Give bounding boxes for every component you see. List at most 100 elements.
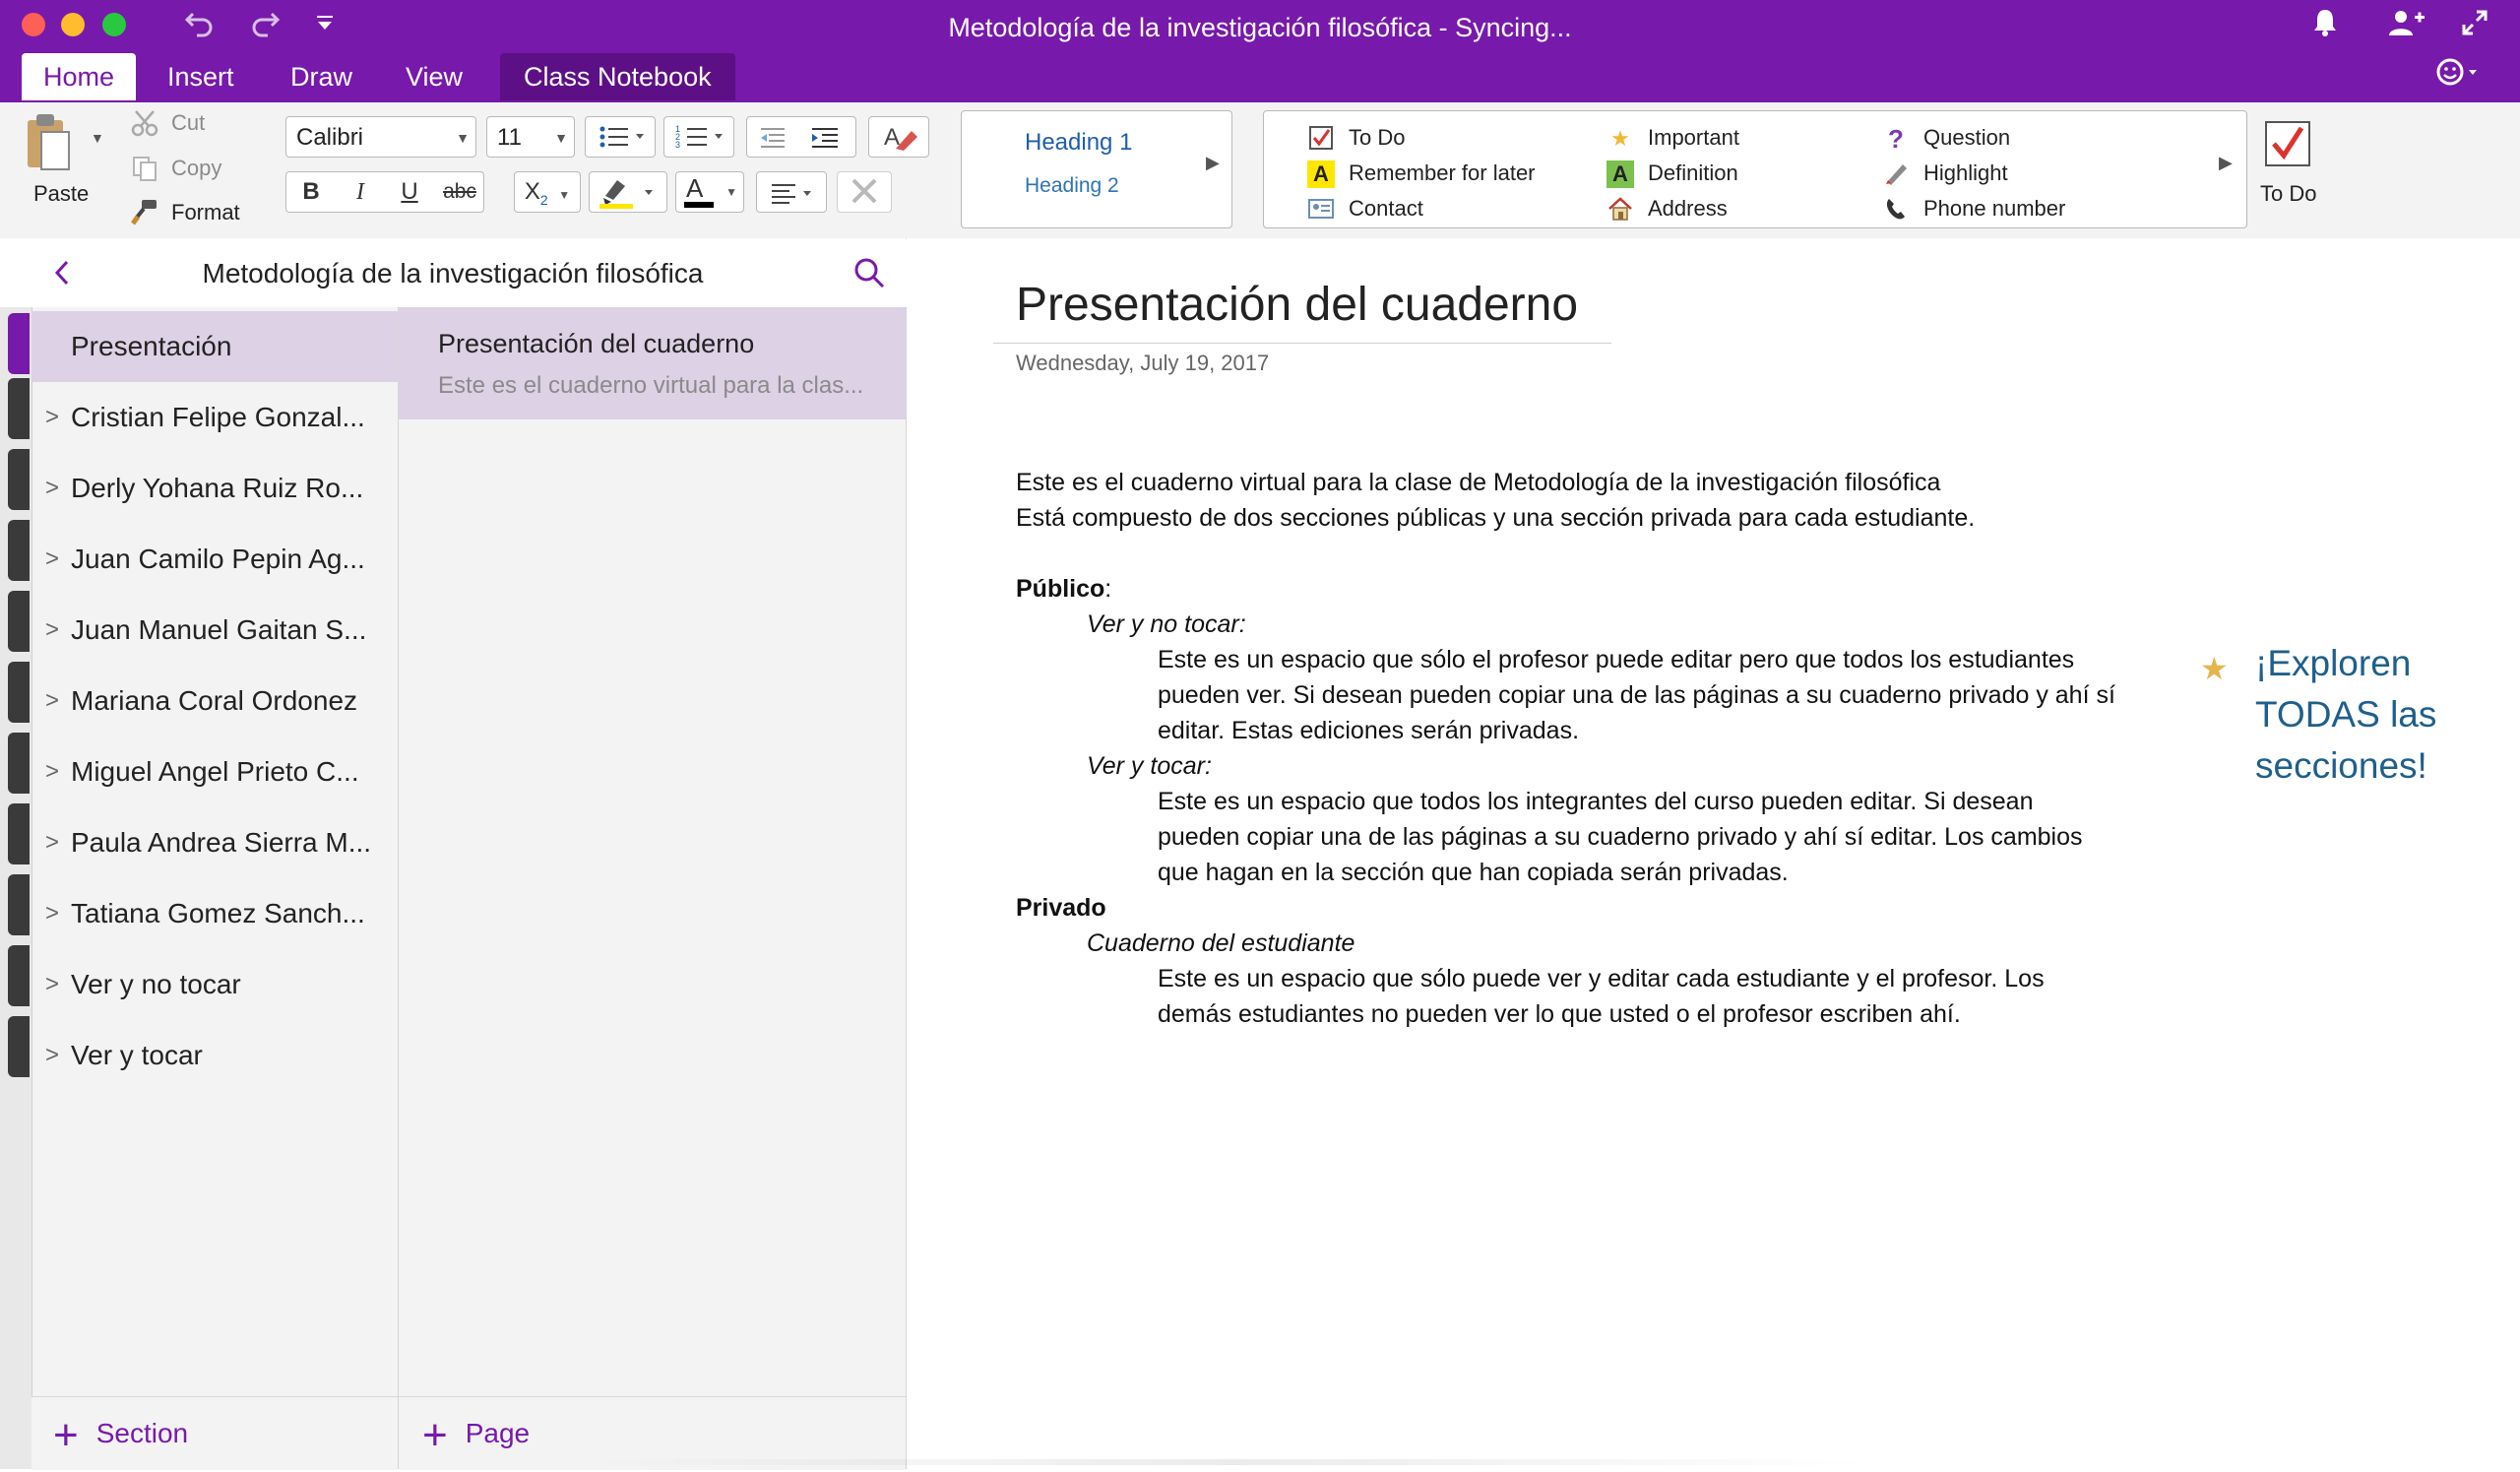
section-item[interactable]: > Mariana Coral Ordonez — [32, 666, 398, 736]
chevron-right-icon[interactable]: > — [45, 453, 59, 524]
undo-icon[interactable] — [183, 6, 217, 50]
highlight-color-button[interactable] — [589, 171, 667, 213]
format-painter-button[interactable]: Format — [171, 200, 240, 225]
styles-more-arrow-icon[interactable]: ▶ — [1206, 153, 1220, 173]
chevron-right-icon[interactable]: > — [45, 382, 59, 453]
font-color-button[interactable]: A ▼ — [675, 171, 744, 213]
font-size-dropdown[interactable]: 11 ▼ — [486, 116, 575, 158]
cuaderno-estudiante-heading[interactable]: Cuaderno del estudiante — [1087, 926, 1354, 961]
bold-button[interactable]: B — [286, 172, 336, 212]
italic-button[interactable]: I — [336, 172, 385, 212]
section-item[interactable]: > Paula Andrea Sierra M... — [32, 807, 398, 878]
subscript-button[interactable]: X2 ▼ — [514, 171, 581, 213]
ver-tocar-heading[interactable]: Ver y tocar: — [1087, 748, 1212, 784]
font-name-dropdown[interactable]: Calibri ▼ — [285, 116, 476, 158]
tag-highlight[interactable]: Highlight — [1882, 157, 2008, 190]
paste-options-caret[interactable]: ▼ — [91, 130, 104, 146]
callout-line: TODAS las — [2255, 694, 2437, 735]
privado-heading[interactable]: Privado — [1016, 890, 1106, 926]
add-page-button[interactable]: + Page — [422, 1397, 530, 1472]
copy-icon[interactable] — [130, 154, 159, 183]
chevron-right-icon[interactable]: > — [45, 595, 59, 666]
section-item-ver-y-tocar[interactable]: > Ver y tocar — [32, 1020, 398, 1091]
section-item[interactable]: > Juan Manuel Gaitan S... — [32, 595, 398, 666]
tab-draw[interactable]: Draw — [269, 53, 374, 100]
note-canvas[interactable]: Presentación del cuaderno Wednesday, Jul… — [592, 238, 2520, 1469]
section-item[interactable]: > Juan Camilo Pepin Ag... — [32, 524, 398, 595]
page-title-heading[interactable]: Presentación del cuaderno — [1016, 278, 1578, 332]
chevron-right-icon[interactable]: > — [45, 524, 59, 595]
clear-formatting-button[interactable]: A — [868, 116, 929, 158]
close-window-button[interactable] — [22, 13, 45, 36]
tag-question[interactable]: ? Question — [1882, 121, 2010, 155]
section-item[interactable]: > Derly Yohana Ruiz Ro... — [32, 453, 398, 524]
notebook-title[interactable]: Metodología de la investigación filosófi… — [0, 258, 906, 289]
paste-icon[interactable] — [24, 110, 73, 177]
ver-tocar-line[interactable]: Este es un espacio que todos los integra… — [1158, 784, 2034, 819]
tab-class-notebook[interactable]: Class Notebook — [500, 53, 735, 100]
add-section-button[interactable]: + Section — [53, 1397, 188, 1472]
tab-insert[interactable]: Insert — [146, 53, 256, 100]
chevron-right-icon[interactable]: > — [45, 878, 59, 949]
chevron-right-icon[interactable]: > — [45, 666, 59, 736]
page-item-presentacion-del-cuaderno[interactable]: Presentación del cuaderno Este es el cua… — [399, 307, 906, 419]
tab-home[interactable]: Home — [22, 53, 137, 100]
zoom-window-button[interactable] — [102, 13, 126, 36]
todo-checkbox-icon[interactable] — [2262, 118, 2313, 169]
underline-button[interactable]: U — [385, 172, 434, 212]
numbering-button[interactable]: 123 — [663, 116, 734, 158]
tag-definition[interactable]: A Definition — [1606, 157, 1738, 190]
todo-tag-button[interactable]: To Do — [2260, 181, 2316, 207]
cut-button[interactable]: Cut — [171, 110, 205, 136]
chevron-right-icon[interactable]: > — [45, 949, 59, 1020]
align-button[interactable] — [756, 171, 827, 213]
tab-view[interactable]: View — [384, 53, 484, 100]
ver-tocar-line[interactable]: que hagan en la sección que han copiada … — [1158, 855, 1789, 890]
style-heading-2[interactable]: Heading 2 — [1025, 174, 1119, 198]
bullets-button[interactable] — [585, 116, 656, 158]
feedback-smiley-icon[interactable] — [2433, 55, 2488, 99]
publico-heading[interactable]: Público: — [1016, 571, 1111, 607]
delete-button[interactable] — [837, 171, 892, 213]
tags-more-arrow-icon[interactable]: ▶ — [2219, 153, 2233, 173]
copy-button[interactable]: Copy — [171, 156, 221, 181]
intro-line-2[interactable]: Está compuesto de dos secciones públicas… — [1016, 500, 1975, 536]
tag-address[interactable]: Address — [1606, 192, 1728, 225]
ver-no-tocar-heading[interactable]: Ver y no tocar: — [1087, 607, 1246, 642]
tag-important[interactable]: ★ Important — [1606, 121, 1739, 155]
customize-toolbar-icon[interactable] — [313, 6, 337, 50]
explore-callout[interactable]: ¡Exploren TODAS las secciones! — [2255, 638, 2436, 792]
paste-button[interactable]: Paste — [33, 181, 89, 207]
section-item-ver-y-no-tocar[interactable]: > Ver y no tocar — [32, 949, 398, 1020]
scissors-icon[interactable] — [130, 108, 159, 138]
chevron-right-icon[interactable]: > — [45, 736, 59, 807]
format-painter-icon[interactable] — [130, 197, 159, 226]
search-icon[interactable] — [852, 256, 886, 294]
ver-tocar-line[interactable]: pueden copiar una de las páginas a su cu… — [1158, 819, 2083, 855]
section-item[interactable]: > Miguel Angel Prieto C... — [32, 736, 398, 807]
tag-phone-number[interactable]: Phone number — [1882, 192, 2065, 225]
cuaderno-line[interactable]: demás estudiantes no pueden ver lo que u… — [1158, 996, 1961, 1032]
cuaderno-line[interactable]: Este es un espacio que sólo puede ver y … — [1158, 961, 2045, 996]
fullscreen-icon[interactable] — [2459, 6, 2490, 50]
style-heading-1[interactable]: Heading 1 — [1025, 129, 1132, 157]
chevron-down-icon: ▼ — [554, 130, 568, 146]
share-add-person-icon[interactable] — [2386, 6, 2426, 50]
section-item[interactable]: > Tatiana Gomez Sanch... — [32, 878, 398, 949]
chevron-right-icon[interactable]: > — [45, 1020, 59, 1091]
notifications-bell-icon[interactable] — [2311, 6, 2339, 50]
text-style-group: B I U abc — [285, 171, 484, 213]
ver-no-tocar-line[interactable]: Este es un espacio que sólo el profesor … — [1158, 642, 2074, 677]
chevron-right-icon[interactable]: > — [45, 807, 59, 878]
ver-no-tocar-line[interactable]: editar. Estas ediciones serán privadas. — [1158, 713, 1579, 748]
tag-contact[interactable]: Contact — [1307, 192, 1423, 225]
minimize-window-button[interactable] — [61, 13, 85, 36]
strikethrough-button[interactable]: abc — [434, 172, 485, 212]
redo-icon[interactable] — [248, 6, 282, 50]
section-item-presentacion[interactable]: Presentación — [32, 311, 398, 382]
intro-line-1[interactable]: Este es el cuaderno virtual para la clas… — [1016, 465, 1940, 500]
ver-no-tocar-line[interactable]: pueden ver. Si desean pueden copiar una … — [1158, 677, 2115, 713]
section-item[interactable]: > Cristian Felipe Gonzal... — [32, 382, 398, 453]
tag-remember-for-later[interactable]: A Remember for later — [1307, 157, 1536, 190]
tag-to-do[interactable]: To Do — [1307, 121, 1405, 155]
